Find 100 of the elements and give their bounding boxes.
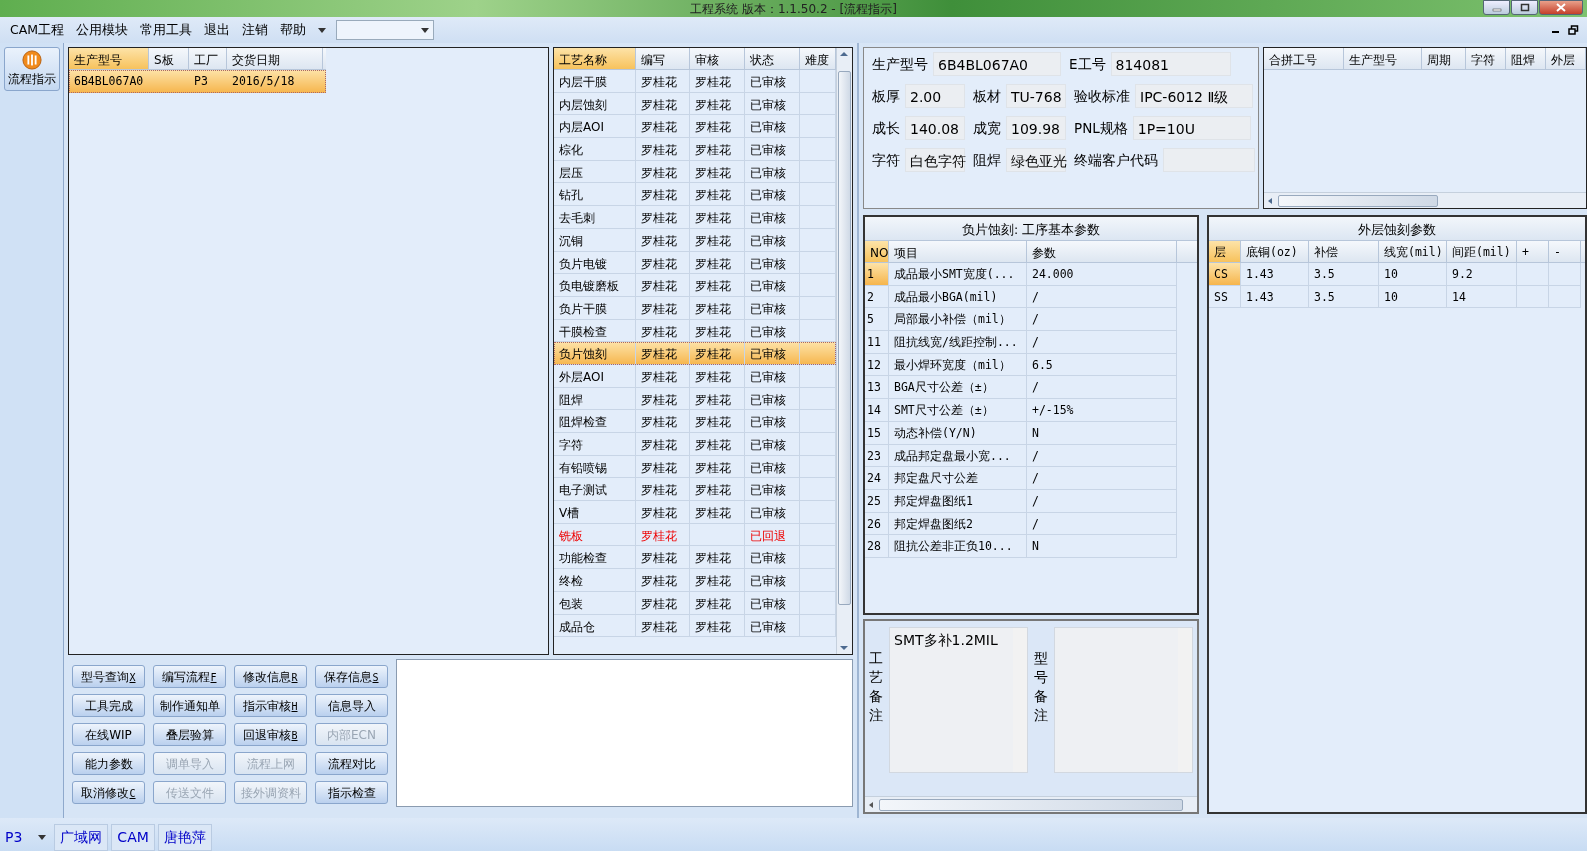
column-header[interactable]: NO [865, 241, 889, 262]
action-button[interactable]: 制作通知单 [153, 694, 226, 717]
maximize-button[interactable] [1511, 0, 1538, 15]
column-header[interactable]: 外层 [1546, 48, 1586, 69]
table-row[interactable]: 成品仓 罗桂花 罗桂花 已审核 [554, 614, 836, 638]
column-header[interactable]: 编写 [636, 48, 690, 69]
horizontal-scrollbar[interactable] [865, 796, 1197, 812]
action-button[interactable]: 在线WIP [72, 723, 145, 746]
menu-item[interactable]: 帮助 [274, 20, 313, 40]
table-row[interactable]: 沉铜 罗桂花 罗桂花 已审核 [554, 228, 836, 252]
table-row[interactable]: SS 1.43 3.5 10 14 [1209, 285, 1585, 309]
table-row[interactable]: 内层AOI 罗桂花 罗桂花 已审核 [554, 115, 836, 139]
table-row[interactable]: 外层AOI 罗桂花 罗桂花 已审核 [554, 364, 836, 388]
action-button[interactable]: 流程对比 [315, 752, 388, 775]
table-row[interactable]: 包装 罗桂花 罗桂花 已审核 [554, 591, 836, 615]
column-header[interactable]: 字符 [1466, 48, 1506, 69]
column-header[interactable]: 底铜(oz) [1241, 241, 1309, 262]
table-row[interactable]: 去毛刺 罗桂花 罗桂花 已审核 [554, 206, 836, 229]
column-header[interactable]: 状态 [745, 48, 800, 69]
process-guide-button[interactable]: 流程指示 [4, 47, 60, 91]
table-row[interactable]: 24 邦定盘尺寸公差 / [865, 467, 1197, 490]
column-header[interactable]: 工厂 [189, 48, 227, 69]
column-header[interactable]: 审核 [690, 48, 745, 69]
table-row[interactable]: 阻焊 罗桂花 罗桂花 已审核 [554, 387, 836, 411]
column-header[interactable]: 层 [1209, 241, 1241, 262]
table-row[interactable]: 2 成品最小BGA(mil) / [865, 285, 1197, 309]
text-field[interactable]: 140.08 [905, 116, 965, 140]
action-button[interactable]: 型号查询X [72, 665, 145, 688]
table-row[interactable]: 功能检查 罗桂花 罗桂花 已审核 [554, 546, 836, 570]
action-button[interactable]: 保存信息S [315, 665, 388, 688]
table-row[interactable]: 14 SMT尺寸公差（±） +/-15% [865, 399, 1197, 422]
table-row[interactable]: 26 邦定焊盘图纸2 / [865, 512, 1197, 536]
horizontal-scrollbar[interactable] [1264, 192, 1586, 208]
action-button[interactable]: 叠层验算 [153, 723, 226, 746]
text-field[interactable]: 109.98 [1006, 116, 1066, 140]
vertical-scrollbar[interactable] [1013, 628, 1027, 772]
table-row[interactable]: 内层干膜 罗桂花 罗桂花 已审核 [554, 70, 836, 93]
minimize-button[interactable] [1483, 0, 1510, 15]
column-header[interactable]: 交货日期 [227, 48, 323, 69]
column-header[interactable]: + [1517, 241, 1549, 262]
column-header[interactable]: 工艺名称 [554, 48, 636, 69]
column-header[interactable]: S板 [149, 48, 189, 69]
text-field[interactable]: 6B4BL067A0 [933, 52, 1061, 76]
column-header[interactable]: 阻焊 [1506, 48, 1546, 69]
table-row[interactable]: 内层蚀刻 罗桂花 罗桂花 已审核 [554, 92, 836, 116]
column-header[interactable]: 周期 [1422, 48, 1466, 69]
table-row[interactable]: 电子测试 罗桂花 罗桂花 已审核 [554, 478, 836, 502]
table-row[interactable]: 5 局部最小补偿（mil） / [865, 308, 1197, 332]
column-header[interactable]: 补偿 [1309, 241, 1379, 262]
remark-field[interactable] [1054, 627, 1193, 773]
table-row[interactable]: 负片蚀刻 罗桂花 罗桂花 已审核 [554, 342, 836, 365]
table-row[interactable]: 铣板 罗桂花 已回退 [554, 523, 836, 547]
table-row[interactable]: 负电镀磨板 罗桂花 罗桂花 已审核 [554, 274, 836, 297]
table-row[interactable]: 负片干膜 罗桂花 罗桂花 已审核 [554, 296, 836, 320]
table-row[interactable]: 终检 罗桂花 罗桂花 已审核 [554, 569, 836, 592]
action-button[interactable]: 指示审核H [234, 694, 307, 717]
table-row[interactable]: 25 邦定焊盘图纸1 / [865, 489, 1197, 513]
action-button[interactable]: 指示检查 [315, 781, 388, 804]
factory-dropdown[interactable]: P3 [0, 825, 52, 850]
column-header[interactable]: 生产型号 [69, 48, 149, 69]
restore-icon[interactable] [1568, 25, 1579, 35]
vertical-scrollbar[interactable] [836, 48, 852, 654]
action-button[interactable]: 工具完成 [72, 694, 145, 717]
table-row[interactable]: 阻焊检查 罗桂花 罗桂花 已审核 [554, 410, 836, 433]
remark-field[interactable]: SMT多补1.2MIL [889, 627, 1028, 773]
column-header[interactable]: - [1549, 241, 1581, 262]
table-row[interactable]: CS 1.43 3.5 10 9.2 [1209, 263, 1585, 286]
action-button[interactable]: 编写流程F [153, 665, 226, 688]
table-row[interactable]: 6B4BL067A0 P3 2016/5/18 [69, 70, 326, 93]
table-row[interactable]: 负片电镀 罗桂花 罗桂花 已审核 [554, 251, 836, 275]
table-row[interactable]: 13 BGA尺寸公差（±） / [865, 376, 1197, 400]
action-button[interactable]: 信息导入 [315, 694, 388, 717]
menu-item[interactable]: 退出 [198, 20, 237, 40]
column-header[interactable]: 线宽(mil) [1379, 241, 1447, 262]
table-row[interactable]: 23 成品邦定盘最小宽... / [865, 444, 1197, 468]
close-button[interactable] [1539, 0, 1583, 15]
column-header[interactable]: 项目 [889, 241, 1027, 262]
text-field[interactable]: TU-768 [1006, 84, 1066, 108]
column-header[interactable]: 生产型号 [1344, 48, 1422, 69]
table-row[interactable]: 有铅喷锡 罗桂花 罗桂花 已审核 [554, 455, 836, 479]
table-row[interactable]: 钻孔 罗桂花 罗桂花 已审核 [554, 183, 836, 207]
action-button[interactable]: 回退审核B [234, 723, 307, 746]
table-row[interactable]: 28 阻抗公差非正负10... N [865, 535, 1197, 558]
column-header[interactable]: 参数 [1027, 241, 1177, 262]
table-row[interactable]: 字符 罗桂花 罗桂花 已审核 [554, 433, 836, 456]
text-field[interactable]: 绿色亚光 [1006, 148, 1066, 172]
table-row[interactable]: 1 成品最小SMT宽度(... 24.000 [865, 263, 1197, 286]
text-field[interactable]: IPC-6012 Ⅱ级 [1135, 84, 1253, 108]
table-row[interactable]: V槽 罗桂花 罗桂花 已审核 [554, 501, 836, 524]
action-button[interactable]: 取消修改C [72, 781, 145, 804]
menu-item[interactable]: 常用工具 [134, 20, 199, 40]
table-row[interactable]: 15 动态补偿(Y/N) N [865, 421, 1197, 445]
menu-item[interactable]: CAM工程 [4, 20, 71, 40]
vertical-scrollbar[interactable] [1178, 628, 1192, 772]
table-row[interactable]: 11 阻抗线宽/线距控制... / [865, 331, 1197, 354]
column-header[interactable]: 间距(mil) [1447, 241, 1517, 262]
table-row[interactable]: 12 最小焊环宽度（mil） 6.5 [865, 353, 1197, 377]
text-field[interactable]: 814081 [1110, 52, 1231, 76]
menu-item[interactable]: 注销 [236, 20, 275, 40]
menu-item[interactable]: 公用模块 [70, 20, 135, 40]
